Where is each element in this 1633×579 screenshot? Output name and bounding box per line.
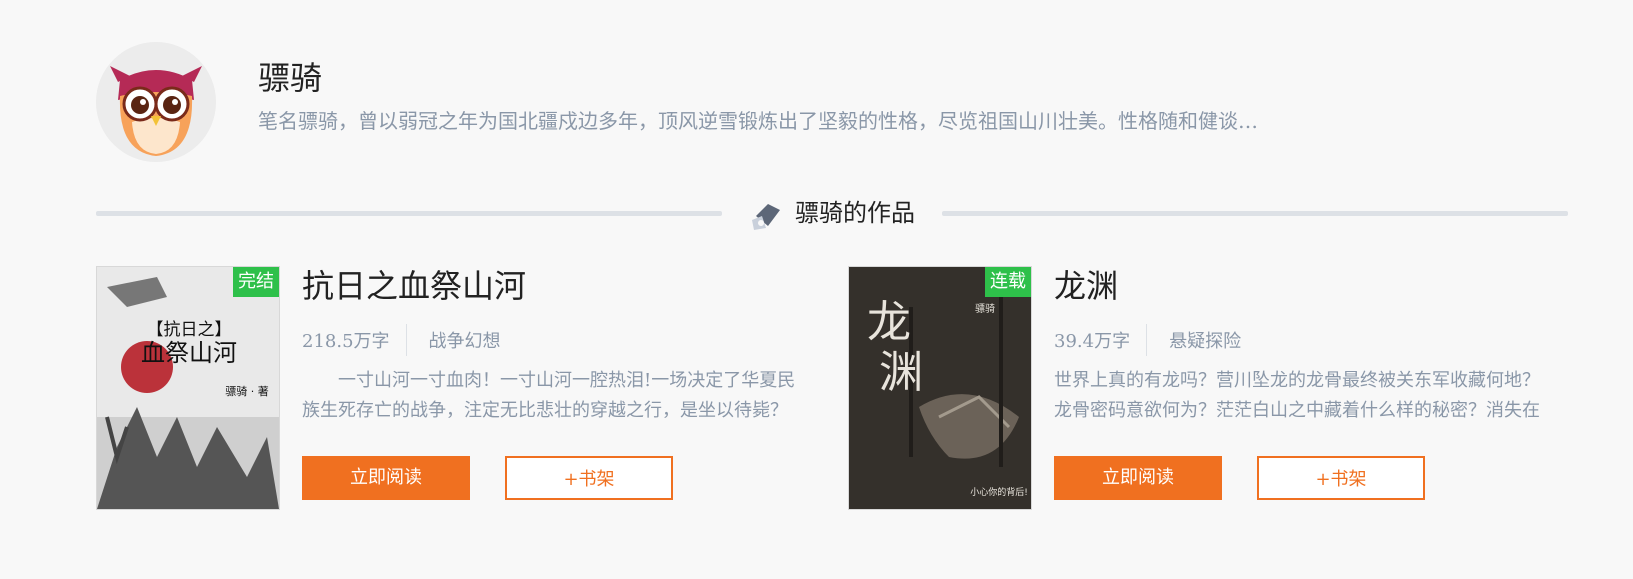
author-name[interactable]: 骠骑 xyxy=(258,58,322,98)
book-card: 【抗日之】 血祭山河 骠骑 · 著 完结 抗日之血祭山河 218.5万字 战争幻… xyxy=(96,266,856,510)
book-meta: 218.5万字 战争幻想 xyxy=(302,324,501,356)
word-count: 39.4万字 xyxy=(1054,331,1131,352)
read-now-button[interactable]: 立即阅读 xyxy=(1054,456,1222,500)
cover-title-char-1: 龙 xyxy=(867,297,911,348)
meta-separator xyxy=(405,324,407,356)
book-title[interactable]: 龙渊 xyxy=(1054,266,1118,306)
author-bio: 笔名骠骑，曾以弱冠之年为国北疆戍边多年，顶风逆雪锻炼出了坚毅的性格，尽览祖国山川… xyxy=(258,109,1258,133)
cover-author: 骠骑 xyxy=(975,302,995,315)
book-card: 龙 渊 骠骑 小心你的背后! 连载 龙渊 39.4万字 悬疑探险 世界上真的有龙… xyxy=(848,266,1608,510)
cover-title-main: 血祭山河 xyxy=(141,339,237,367)
meta-separator xyxy=(1146,324,1148,356)
cover-tagline: 小心你的背后! xyxy=(970,486,1028,498)
genre-tag[interactable]: 悬疑探险 xyxy=(1169,327,1241,353)
add-to-shelf-button[interactable]: +书架 xyxy=(505,456,673,500)
author-avatar[interactable] xyxy=(96,42,216,162)
book-cover[interactable]: 【抗日之】 血祭山河 骠骑 · 著 完结 xyxy=(96,266,280,510)
section-title: 骠骑的作品 xyxy=(795,199,915,227)
cover-title-top: 【抗日之】 xyxy=(147,320,232,340)
divider-left xyxy=(96,211,722,216)
genre-tag[interactable]: 战争幻想 xyxy=(429,327,501,353)
book-title[interactable]: 抗日之血祭山河 xyxy=(302,266,526,306)
book-cover-art: 【抗日之】 血祭山河 骠骑 · 著 xyxy=(97,267,279,509)
owl-avatar-icon xyxy=(96,42,216,162)
pen-icon xyxy=(748,196,786,232)
book-cover-art: 龙 渊 骠骑 小心你的背后! xyxy=(849,267,1031,509)
status-badge: 连载 xyxy=(985,267,1031,297)
add-to-shelf-button[interactable]: +书架 xyxy=(1257,456,1425,500)
book-intro: 世界上真的有龙吗？营川坠龙的龙骨最终被关东军收藏何地？龙骨密码意欲何为？茫茫白山… xyxy=(1054,370,1540,421)
book-meta: 39.4万字 悬疑探险 xyxy=(1054,324,1241,356)
cover-title-char-2: 渊 xyxy=(879,347,923,398)
book-intro: 一寸山河一寸血肉！一寸山河一腔热泪!一场决定了华夏民族生死存亡的战争，注定无比悲… xyxy=(302,370,796,421)
status-badge: 完结 xyxy=(233,267,279,297)
cover-author: 骠骑 · 著 xyxy=(225,384,269,398)
divider-right xyxy=(942,211,1568,216)
read-now-button[interactable]: 立即阅读 xyxy=(302,456,470,500)
book-cover[interactable]: 龙 渊 骠骑 小心你的背后! 连载 xyxy=(848,266,1032,510)
word-count: 218.5万字 xyxy=(302,331,390,352)
